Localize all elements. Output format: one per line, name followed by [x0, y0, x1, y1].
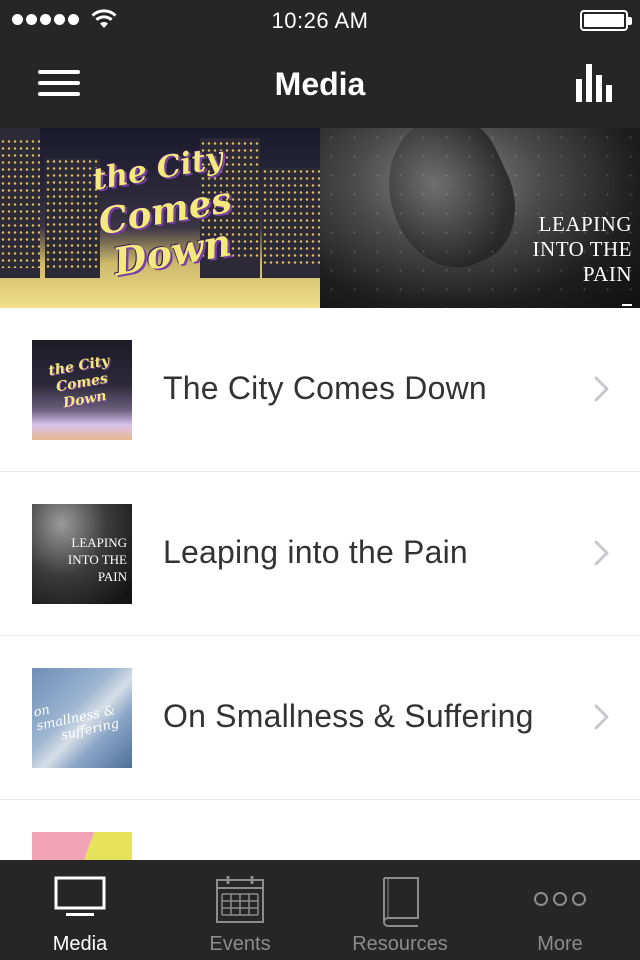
list-item-label: Leaping into the Pain — [163, 534, 468, 570]
hero-pain-title: LEAPING INTO THE PAIN — [533, 212, 632, 308]
list-item-label: The City Comes Down — [163, 370, 487, 406]
tab-more[interactable]: More — [480, 860, 640, 960]
book-icon — [383, 877, 419, 927]
list-item[interactable] — [0, 800, 640, 860]
tab-label: Events — [209, 933, 271, 955]
series-thumbnail: LEAPING INTO THE PAIN — [32, 504, 132, 604]
tab-bar: Media Events Resources More — [0, 860, 640, 960]
tab-events[interactable]: Events — [160, 860, 320, 960]
list-item[interactable]: the City Comes Down The City Comes Down — [0, 308, 640, 472]
tab-label: More — [537, 933, 583, 955]
battery-icon — [580, 10, 632, 31]
calendar-icon — [216, 876, 264, 923]
featured-banner: the City Comes Down LEAPING INTO THE PAI… — [0, 128, 640, 308]
navigation-bar: Media — [0, 40, 640, 128]
chevron-right-icon — [594, 376, 609, 402]
status-bar: 10:26 AM — [0, 0, 640, 40]
tab-media[interactable]: Media — [0, 860, 160, 960]
list-item-label: On Smallness & Suffering — [163, 698, 534, 734]
page-title: Media — [274, 66, 366, 102]
tab-resources[interactable]: Resources — [320, 860, 480, 960]
chevron-right-icon — [594, 540, 609, 566]
tab-label: Media — [52, 933, 108, 955]
list-item[interactable]: LEAPING INTO THE PAIN Leaping into the P… — [0, 472, 640, 636]
list-item[interactable]: on smallness & suffering On Smallness & … — [0, 636, 640, 800]
series-thumbnail: on smallness & suffering — [32, 668, 132, 768]
tv-icon — [54, 876, 106, 916]
hero-city-title: the City Comes Down — [89, 140, 235, 285]
media-list: the City Comes Down The City Comes Down … — [0, 308, 640, 860]
more-dots-icon — [534, 892, 586, 906]
status-time: 10:26 AM — [271, 8, 369, 33]
featured-city-comes-down[interactable]: the City Comes Down — [0, 128, 320, 308]
chevron-right-icon — [594, 704, 609, 730]
series-thumbnail: the City Comes Down — [32, 340, 132, 440]
series-thumbnail — [32, 832, 132, 860]
featured-leaping-into-pain[interactable]: LEAPING INTO THE PAIN — [320, 128, 640, 308]
bar-chart-icon[interactable] — [576, 62, 616, 102]
tab-label: Resources — [352, 933, 448, 955]
